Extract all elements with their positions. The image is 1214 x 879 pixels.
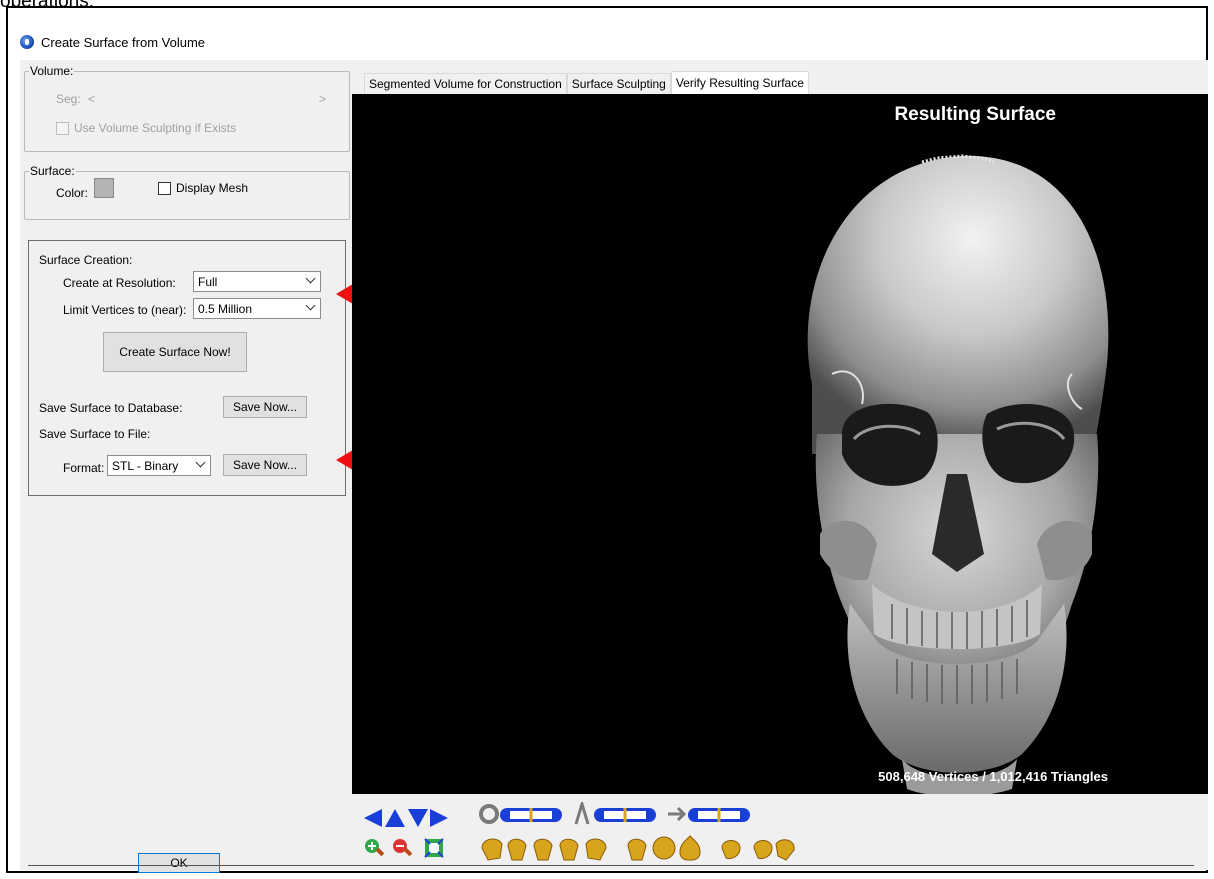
view-top-icon: [652, 836, 676, 860]
ok-button[interactable]: OK: [138, 853, 220, 873]
display-mesh-label: Display Mesh: [176, 181, 249, 195]
save-database-button[interactable]: Save Now...: [223, 396, 307, 418]
volume-legend: Volume:: [30, 64, 74, 78]
format-label: Format:: [63, 461, 105, 475]
surface-creation-heading: Surface Creation:: [39, 253, 133, 267]
create-surface-button[interactable]: Create Surface Now!: [103, 332, 247, 372]
viewport-title: Resulting Surface: [894, 104, 1056, 125]
tab-segmented-volume[interactable]: Segmented Volume for Construction: [364, 73, 567, 94]
arrow-down-icon: [408, 809, 428, 827]
save-file-button[interactable]: Save Now...: [223, 454, 307, 476]
display-mesh-checkbox-row[interactable]: Display Mesh: [158, 181, 248, 195]
view-iso-back-icon: [775, 839, 795, 861]
tab-strip: Segmented Volume for Construction Surfac…: [364, 71, 809, 94]
format-value: STL - Binary: [112, 458, 179, 473]
3d-viewport[interactable]: Resulting Surface 508,648 Vertices / 1,0…: [352, 94, 1208, 794]
view-toolbar: [352, 796, 1208, 870]
chevron-down-icon: [306, 302, 316, 312]
arrow-up-icon: [385, 809, 405, 827]
save-database-label: Save Surface to Database:: [39, 401, 183, 415]
arrow-right-icon: [430, 809, 448, 827]
tab-surface-sculpting[interactable]: Surface Sculpting: [566, 73, 671, 94]
seg-prev-button[interactable]: <: [88, 92, 95, 106]
resolution-value: Full: [198, 274, 218, 289]
zoom-in-icon[interactable]: [362, 836, 386, 860]
surface-legend: Surface:: [30, 164, 75, 178]
use-sculpting-label: Use Volume Sculpting if Exists: [74, 121, 237, 135]
rotate-slider[interactable]: [478, 802, 568, 828]
view-bottom-icon: [679, 835, 701, 861]
seg-label: Seg:: [56, 92, 81, 106]
view-right-icon: [585, 838, 607, 861]
bottom-divider: [28, 865, 1194, 866]
view-orientation-icons[interactable]: [478, 834, 858, 862]
format-dropdown[interactable]: STL - Binary: [107, 455, 211, 476]
color-label: Color:: [56, 186, 89, 200]
tab-verify-surface[interactable]: Verify Resulting Surface: [670, 71, 809, 94]
zoom-out-icon[interactable]: [390, 836, 414, 860]
view-left-oblique-icon: [507, 838, 527, 861]
spin-slider[interactable]: [666, 802, 756, 828]
volume-group: Volume:: [24, 64, 350, 152]
resolution-dropdown[interactable]: Full: [193, 271, 321, 292]
view-iso-left-icon: [721, 840, 741, 859]
app-icon: [20, 35, 34, 49]
use-sculpting-checkbox-row[interactable]: Use Volume Sculpting if Exists: [56, 121, 236, 135]
resolution-label: Create at Resolution:: [63, 276, 176, 290]
arrow-left-icon: [364, 809, 382, 827]
view-back-icon: [627, 838, 647, 861]
skull-surface-render: [807, 154, 1109, 794]
tilt-slider[interactable]: [572, 802, 662, 828]
window-title: Create Surface from Volume: [41, 34, 206, 50]
nav-arrows: [364, 809, 448, 827]
view-left-icon: [481, 838, 503, 861]
fit-view-icon[interactable]: [422, 836, 446, 860]
right-panel: Segmented Volume for Construction Surfac…: [352, 60, 1208, 870]
viewport-stats: 508,648 Vertices / 1,012,416 Triangles: [878, 769, 1108, 784]
title-bar: Create Surface from Volume: [20, 30, 205, 54]
left-panel: Volume: Seg: < > Use Volume Sculpting if…: [20, 60, 352, 873]
color-swatch-button[interactable]: [94, 178, 114, 198]
chevron-down-icon: [306, 275, 316, 285]
vertices-label: Limit Vertices to (near):: [63, 303, 187, 317]
vertices-dropdown[interactable]: 0.5 Million: [193, 298, 321, 319]
seg-selector[interactable]: Seg: < >: [56, 92, 326, 106]
display-mesh-checkbox[interactable]: [158, 181, 171, 195]
vertices-value: 0.5 Million: [198, 301, 253, 316]
view-iso-right-icon: [753, 840, 773, 859]
view-right-oblique-icon: [559, 838, 579, 861]
view-front-icon: [533, 838, 553, 861]
seg-next-button[interactable]: >: [319, 92, 326, 106]
save-file-label: Save Surface to File:: [39, 427, 151, 441]
surface-creation-group: Surface Creation: Create at Resolution: …: [28, 240, 346, 496]
use-sculpting-checkbox[interactable]: [56, 121, 69, 135]
chevron-down-icon: [196, 459, 206, 469]
